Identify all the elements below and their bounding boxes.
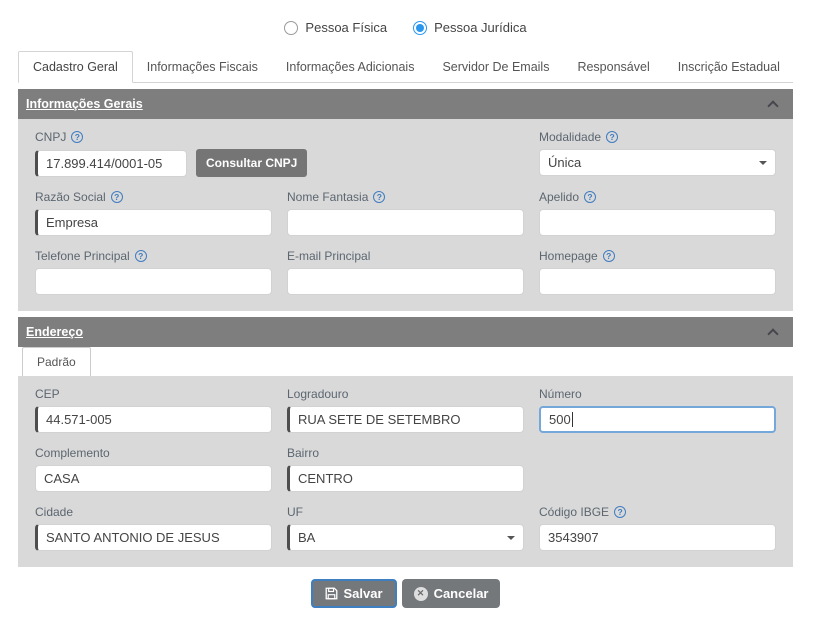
tab-responsavel[interactable]: Responsável [563, 52, 663, 82]
subtab-padrao[interactable]: Padrão [22, 347, 91, 376]
numero-label: Número [539, 387, 582, 401]
caret-down-icon [507, 536, 515, 540]
text-cursor [572, 412, 573, 427]
email-principal-input[interactable] [287, 268, 524, 295]
nome-fantasia-input[interactable] [287, 209, 524, 236]
bairro-label: Bairro [287, 446, 319, 460]
field-cidade: Cidade [35, 504, 272, 551]
chevron-up-icon[interactable] [767, 328, 778, 339]
field-apelido: Apelido ? [539, 189, 776, 236]
cidade-label: Cidade [35, 505, 73, 519]
field-homepage: Homepage ? [539, 248, 776, 295]
help-icon[interactable]: ? [373, 191, 385, 203]
form-footer: Salvar ✕ Cancelar [18, 579, 793, 608]
main-form: Cadastro Geral Informações Fiscais Infor… [18, 51, 793, 567]
section-title: Endereço [26, 325, 83, 339]
cidade-input[interactable] [35, 524, 272, 551]
modalidade-selected-value: Única [548, 155, 581, 170]
logradouro-input[interactable] [287, 406, 524, 433]
field-codigo-ibge: Código IBGE ? [539, 504, 776, 551]
tab-informacoes-fiscais[interactable]: Informações Fiscais [133, 52, 272, 82]
tab-servidor-de-emails[interactable]: Servidor De Emails [428, 52, 563, 82]
field-email-principal: E-mail Principal [287, 248, 524, 295]
field-complemento: Complemento [35, 445, 272, 492]
modalidade-label: Modalidade [539, 130, 601, 144]
apelido-label: Apelido [539, 190, 579, 204]
help-icon[interactable]: ? [606, 131, 618, 143]
razao-social-input[interactable] [35, 209, 272, 236]
field-numero: Número [539, 386, 776, 433]
field-cnpj: CNPJ ? Consultar CNPJ [35, 129, 524, 177]
telefone-principal-label: Telefone Principal [35, 249, 130, 263]
section-header-informacoes-gerais[interactable]: Informações Gerais [18, 89, 793, 119]
razao-social-label: Razão Social [35, 190, 106, 204]
modalidade-select[interactable]: Única [539, 149, 776, 176]
cnpj-input[interactable] [35, 150, 187, 177]
uf-selected-value: BA [298, 530, 315, 545]
radio-pessoa-fisica[interactable]: Pessoa Física [284, 20, 387, 35]
cnpj-label: CNPJ [35, 130, 66, 144]
tab-inscricao-estadual[interactable]: Inscrição Estadual [664, 52, 794, 82]
field-modalidade: Modalidade ? Única [539, 129, 776, 177]
complemento-label: Complemento [35, 446, 110, 460]
radio-selected-icon[interactable] [413, 21, 427, 35]
uf-label: UF [287, 505, 303, 519]
cancel-button-label: Cancelar [434, 586, 489, 601]
save-button-label: Salvar [344, 586, 383, 601]
homepage-label: Homepage [539, 249, 598, 263]
person-type-radio-group: Pessoa Física Pessoa Jurídica [18, 20, 793, 35]
main-tabbar: Cadastro Geral Informações Fiscais Infor… [18, 51, 793, 83]
codigo-ibge-label: Código IBGE [539, 505, 609, 519]
help-icon[interactable]: ? [111, 191, 123, 203]
numero-input[interactable] [539, 406, 776, 433]
field-uf: UF BA [287, 504, 524, 551]
help-icon[interactable]: ? [71, 131, 83, 143]
field-nome-fantasia: Nome Fantasia ? [287, 189, 524, 236]
section-header-endereco[interactable]: Endereço [18, 317, 793, 347]
bairro-input[interactable] [287, 465, 524, 492]
cep-input[interactable] [35, 406, 272, 433]
apelido-input[interactable] [539, 209, 776, 236]
radio-pessoa-juridica[interactable]: Pessoa Jurídica [413, 20, 527, 35]
complemento-input[interactable] [35, 465, 272, 492]
cancel-button[interactable]: ✕ Cancelar [402, 579, 501, 608]
field-bairro: Bairro [287, 445, 524, 492]
field-telefone-principal: Telefone Principal ? [35, 248, 272, 295]
floppy-disk-icon [325, 587, 338, 600]
section-title: Informações Gerais [26, 97, 143, 111]
field-logradouro: Logradouro [287, 386, 524, 433]
section-body-informacoes-gerais: CNPJ ? Consultar CNPJ Modalidade ? Única [18, 119, 793, 311]
caret-down-icon [759, 161, 767, 165]
help-icon[interactable]: ? [135, 250, 147, 262]
logradouro-label: Logradouro [287, 387, 348, 401]
help-icon[interactable]: ? [584, 191, 596, 203]
radio-unselected-icon[interactable] [284, 21, 298, 35]
telefone-principal-input[interactable] [35, 268, 272, 295]
circle-x-icon: ✕ [414, 587, 428, 601]
endereco-subtab-strip: Padrão [18, 347, 793, 376]
homepage-input[interactable] [539, 268, 776, 295]
codigo-ibge-input[interactable] [539, 524, 776, 551]
nome-fantasia-label: Nome Fantasia [287, 190, 368, 204]
tab-informacoes-adicionais[interactable]: Informações Adicionais [272, 52, 429, 82]
tab-cadastro-geral[interactable]: Cadastro Geral [18, 51, 133, 83]
consultar-cnpj-button[interactable]: Consultar CNPJ [196, 149, 307, 177]
field-cep: CEP [35, 386, 272, 433]
radio-pessoa-fisica-label: Pessoa Física [305, 20, 387, 35]
radio-pessoa-juridica-label: Pessoa Jurídica [434, 20, 527, 35]
help-icon[interactable]: ? [614, 506, 626, 518]
help-icon[interactable]: ? [603, 250, 615, 262]
email-principal-label: E-mail Principal [287, 249, 370, 263]
field-razao-social: Razão Social ? [35, 189, 272, 236]
save-button[interactable]: Salvar [311, 579, 397, 608]
section-body-endereco: CEP Logradouro Número [18, 376, 793, 567]
uf-select[interactable]: BA [287, 524, 524, 551]
cep-label: CEP [35, 387, 60, 401]
chevron-up-icon[interactable] [767, 100, 778, 111]
